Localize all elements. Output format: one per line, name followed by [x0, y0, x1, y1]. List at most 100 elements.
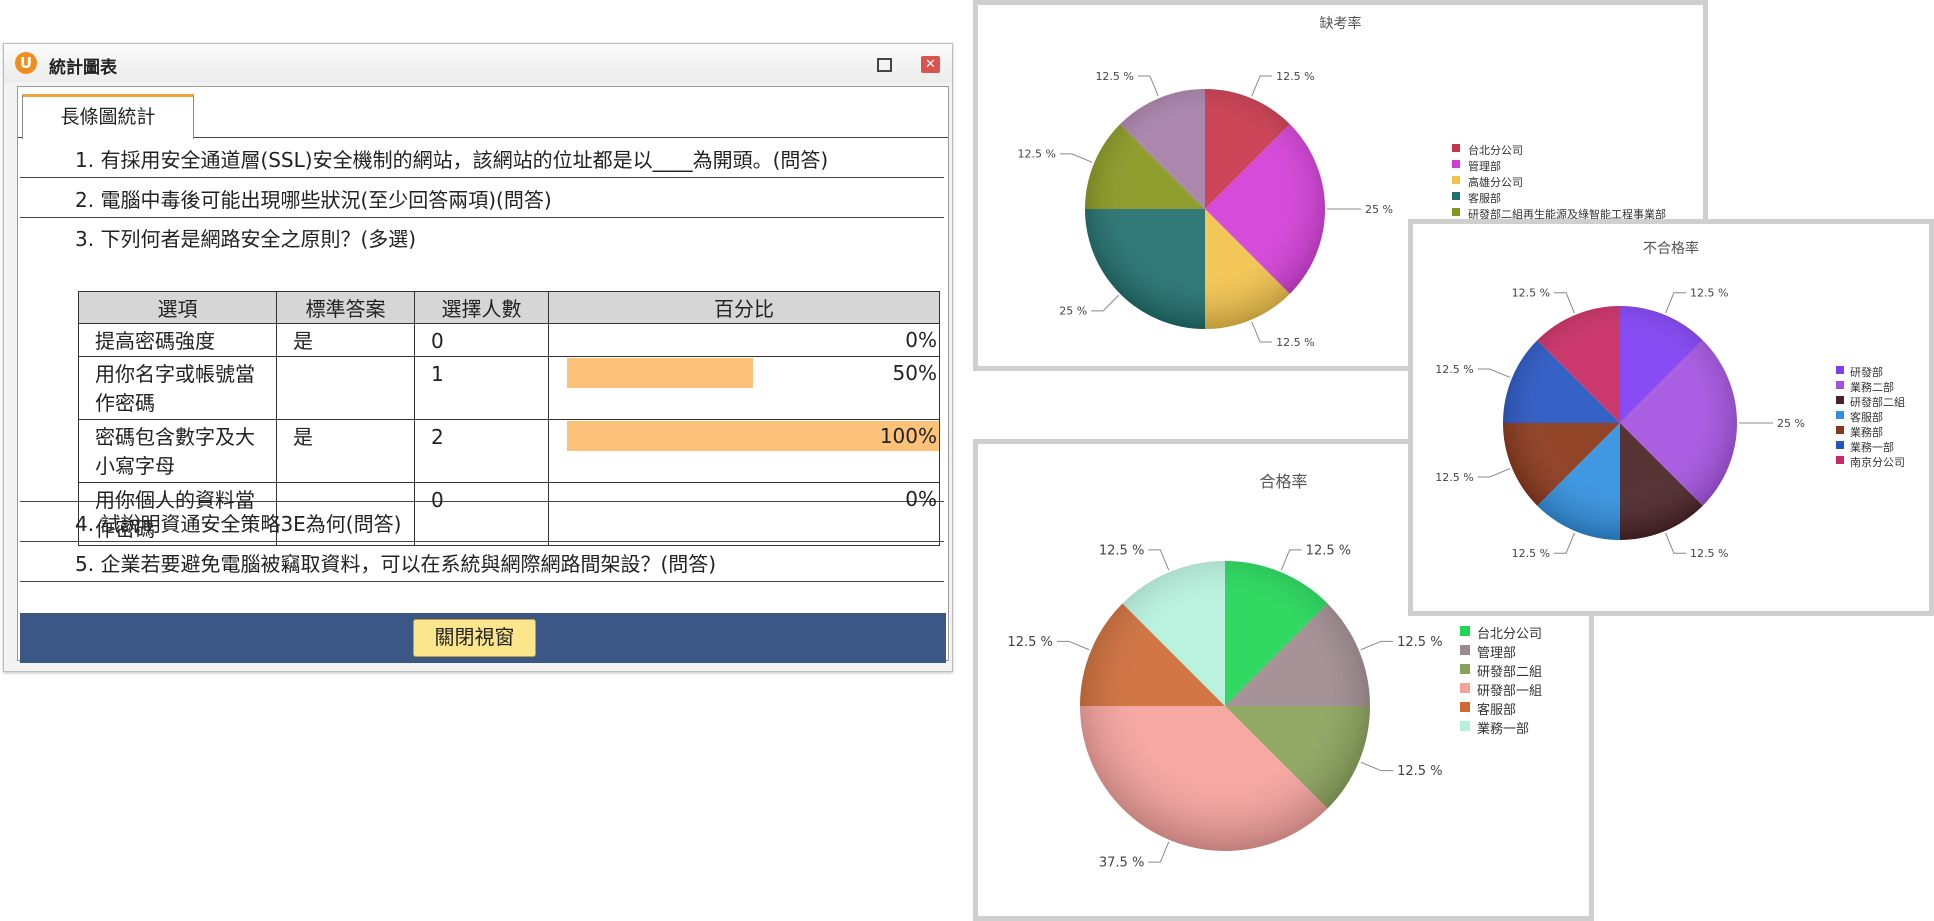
legend-swatch [1460, 683, 1470, 693]
legend-swatch [1452, 160, 1460, 168]
legend-label: 客服部 [1477, 703, 1517, 718]
legend-label: 業務部 [1850, 426, 1883, 439]
question-row: 5. 企業若要避免電腦被竊取資料，可以在系統與網際網路間架設？(問答) [20, 542, 944, 582]
pie-label-leader [1091, 294, 1120, 312]
legend-swatch [1452, 208, 1460, 216]
answer-cell: 是 [276, 419, 415, 483]
pie-data-label: 12.5 % [1690, 287, 1728, 300]
question-text: 4. 試說明資通安全策略3E為何(問答) [75, 512, 402, 536]
tab-bar-chart-stats[interactable]: 長條圖統計 [22, 94, 194, 139]
option-cell: 提高密碼強度 [78, 323, 277, 357]
legend-item: 客服部 [1452, 190, 1666, 206]
percent-cell: 50% [548, 356, 940, 420]
count-cell: 0 [414, 323, 549, 357]
pie-label-leader [1477, 368, 1511, 378]
close-window-button[interactable]: 關閉視窗 [413, 619, 536, 657]
legend-item: 南京分公司 [1836, 454, 1905, 469]
legend-swatch [1452, 192, 1460, 200]
legend-swatch [1460, 645, 1470, 655]
legend-item: 管理部 [1452, 158, 1666, 174]
window-title: 統計圖表 [49, 58, 117, 78]
window-titlebar[interactable]: U 統計圖表 ✕ [4, 44, 952, 82]
pie-shading [1503, 306, 1737, 540]
legend-swatch [1836, 396, 1844, 404]
question-row: 2. 電腦中毒後可能出現哪些狀況(至少回答兩項)(問答) [20, 178, 944, 218]
legend-swatch [1836, 441, 1844, 449]
pie-data-label: 12.5 % [1099, 543, 1144, 558]
legend-item: 客服部 [1460, 699, 1542, 718]
tab-strip: 長條圖統計 [18, 87, 948, 139]
question-row: 4. 試說明資通安全策略3E為何(問答) [20, 502, 944, 542]
percent-cell: 0% [548, 323, 940, 357]
option-cell: 用你名字或帳號當作密碼 [78, 356, 277, 420]
option-cell: 密碼包含數字及大小寫字母 [78, 419, 277, 483]
legend-item: 台北分公司 [1460, 623, 1542, 642]
pie-data-label: 12.5 % [1512, 287, 1550, 300]
legend-item: 業務一部 [1836, 439, 1905, 454]
pie-label-leader [1477, 468, 1511, 478]
pie-label-leader [1251, 321, 1273, 343]
table-header-row: 選項 標準答案 選擇人數 百分比 [78, 291, 940, 324]
legend-label: 台北分公司 [1477, 627, 1543, 642]
legend-label: 研發部二組 [1477, 665, 1543, 680]
legend-item: 客服部 [1836, 409, 1905, 424]
pie-label-leader [1665, 532, 1686, 554]
pie-data-label: 12.5 % [1007, 635, 1052, 650]
pie-data-label: 25 % [1059, 305, 1087, 318]
pie-label-leader [1360, 761, 1394, 772]
legend-label: 客服部 [1468, 192, 1501, 205]
pie-data-label: 12.5 % [1435, 363, 1473, 376]
answer-cell: 是 [276, 323, 415, 357]
question-text: 2. 電腦中毒後可能出現哪些狀況(至少回答兩項)(問答) [75, 188, 552, 212]
legend-label: 客服部 [1850, 411, 1883, 424]
pie-shading [1080, 561, 1370, 851]
question-text: 1. 有採用安全通道層(SSL)安全機制的網站，該網站的位址都是以____為開頭… [75, 148, 829, 172]
legend-swatch [1460, 664, 1470, 674]
table-row: 密碼包含數字及大小寫字母 是 2 100% [78, 419, 940, 483]
question-text: 3. 下列何者是網路安全之原則？(多選) [75, 227, 417, 251]
legend-label: 研發部 [1850, 366, 1883, 379]
legend-label: 台北分公司 [1468, 144, 1523, 157]
pie-data-label: 12.5 % [1018, 148, 1056, 161]
pie-shading [1085, 89, 1325, 329]
legend-label: 研發部一組 [1477, 684, 1543, 699]
pie-data-label: 12.5 % [1397, 635, 1442, 650]
percent-text: 50% [892, 361, 937, 385]
stats-window: U 統計圖表 ✕ 長條圖統計 1. 有採用安全通道層(SSL)安全機制的網站，該… [3, 43, 953, 672]
legend-label: 管理部 [1468, 160, 1501, 173]
pie-data-label: 25 % [1777, 417, 1805, 430]
chart-legend: 研發部 業務二部 研發部二組 客服部 業務部 業務一部 南京分公司 [1836, 364, 1905, 469]
legend-swatch [1460, 721, 1470, 731]
legend-swatch [1836, 456, 1844, 464]
chart-legend: 台北分公司 管理部 研發部二組 研發部一組 客服部 業務一部 [1460, 623, 1542, 737]
percent-cell: 100% [548, 419, 940, 483]
legend-swatch [1836, 426, 1844, 434]
legend-swatch [1836, 366, 1844, 374]
question-row: 1. 有採用安全通道層(SSL)安全機制的網站，該網站的位址都是以____為開頭… [20, 138, 944, 178]
legend-label: 業務一部 [1477, 722, 1530, 737]
percent-text: 100% [879, 424, 937, 448]
pie-data-label: 12.5 % [1306, 543, 1351, 558]
legend-label: 管理部 [1477, 646, 1517, 661]
pie-data-label: 12.5 % [1512, 547, 1550, 560]
pie-label-leader [1148, 841, 1170, 863]
maximize-icon[interactable] [877, 58, 892, 72]
legend-swatch [1460, 702, 1470, 712]
legend-label: 高雄分公司 [1468, 176, 1523, 189]
table-row: 提高密碼強度 是 0 0% [78, 323, 940, 357]
pie-data-label: 12.5 % [1397, 764, 1442, 779]
legend-label: 南京分公司 [1850, 456, 1905, 469]
count-cell: 1 [414, 356, 549, 420]
count-cell: 2 [414, 419, 549, 483]
legend-item: 管理部 [1460, 642, 1542, 661]
close-icon[interactable]: ✕ [921, 56, 940, 73]
pie-data-label: 12.5 % [1435, 471, 1473, 484]
pie-label-leader [1554, 292, 1575, 314]
window-footer: 關閉視窗 [20, 613, 946, 663]
legend-swatch [1460, 626, 1470, 636]
legend-swatch [1452, 176, 1460, 184]
chart-panel-fail: 不合格率 12.5 % 25 % 12.5 % 12.5 % 12.5 % 12.5 % 1… [1408, 219, 1934, 616]
chart-legend: 台北分公司 管理部 高雄分公司 客服部 研發部二組再生能源及綠智能工程事業部 [1452, 142, 1666, 222]
question-text: 5. 企業若要避免電腦被竊取資料，可以在系統與網際網路間架設？(問答) [75, 552, 717, 576]
legend-item: 台北分公司 [1452, 142, 1666, 158]
